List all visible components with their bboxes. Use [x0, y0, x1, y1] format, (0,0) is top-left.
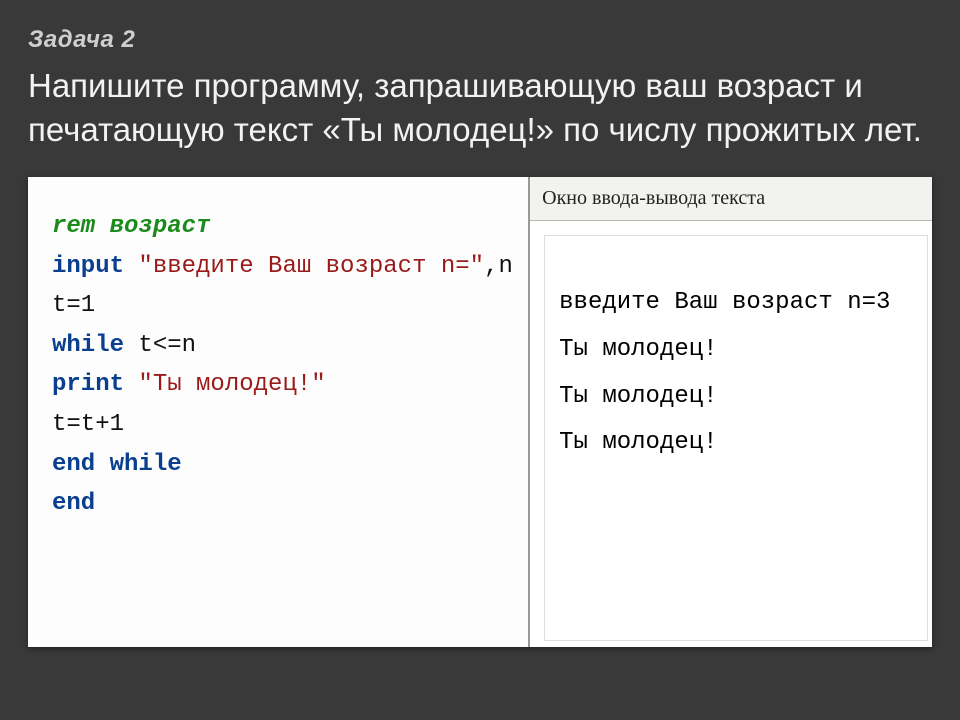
- output-pane: введите Ваш возраст n=3 Ты молодец! Ты м…: [544, 235, 928, 641]
- keyword-input: input: [52, 253, 124, 280]
- code-line: print "Ты молодец!": [52, 365, 514, 405]
- code-token: t=1: [52, 292, 95, 319]
- code-line: input "введите Ваш возраст n=",n: [52, 247, 514, 287]
- code-line: t=1: [52, 286, 514, 326]
- task-number: Задача 2: [28, 26, 932, 54]
- keyword-endwhile: end while: [52, 451, 182, 478]
- output-line: Ты молодец!: [559, 374, 917, 421]
- slide: Задача 2 Напишите программу, запрашивающ…: [0, 0, 960, 720]
- code-pane: rem возраст input "введите Ваш возраст n…: [28, 177, 530, 647]
- code-line: end: [52, 484, 514, 524]
- keyword-print: print: [52, 371, 124, 398]
- code-line: end while: [52, 445, 514, 485]
- output-line: введите Ваш возраст n=3: [559, 280, 917, 327]
- string-literal: "введите Ваш возраст n=": [124, 253, 484, 280]
- code-token: t=t+1: [52, 411, 124, 438]
- output-window-title: Окно ввода-вывода текста: [530, 177, 932, 221]
- string-literal: "Ты молодец!": [124, 371, 326, 398]
- keyword-while: while: [52, 332, 124, 359]
- content-panes: rem возраст input "введите Ваш возраст n…: [28, 177, 932, 647]
- code-line: while t<=n: [52, 326, 514, 366]
- output-line: Ты молодец!: [559, 420, 917, 467]
- keyword-end: end: [52, 490, 95, 517]
- keyword-rem: rem: [52, 213, 95, 240]
- output-column: Окно ввода-вывода текста введите Ваш воз…: [530, 177, 932, 647]
- code-line: rem возраст: [52, 207, 514, 247]
- code-token: t<=n: [124, 332, 196, 359]
- output-line: Ты молодец!: [559, 327, 917, 374]
- comment-text: возраст: [95, 213, 210, 240]
- code-token: ,n: [484, 253, 513, 280]
- code-line: t=t+1: [52, 405, 514, 445]
- task-text: Напишите программу, запрашивающую ваш во…: [28, 64, 932, 151]
